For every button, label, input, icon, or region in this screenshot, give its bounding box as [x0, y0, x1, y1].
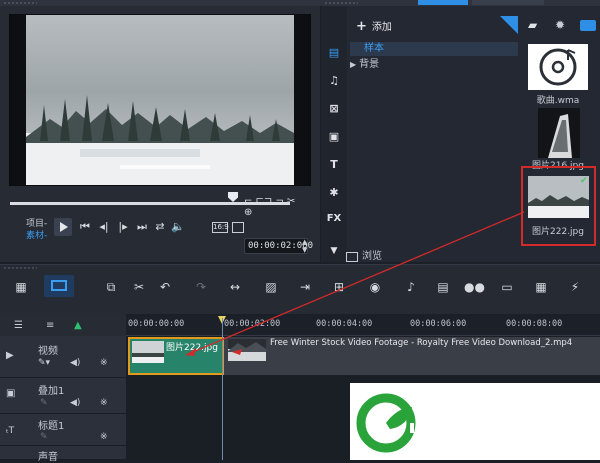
- leaf-logo-icon: [356, 393, 416, 453]
- logo-watermark: [350, 383, 600, 460]
